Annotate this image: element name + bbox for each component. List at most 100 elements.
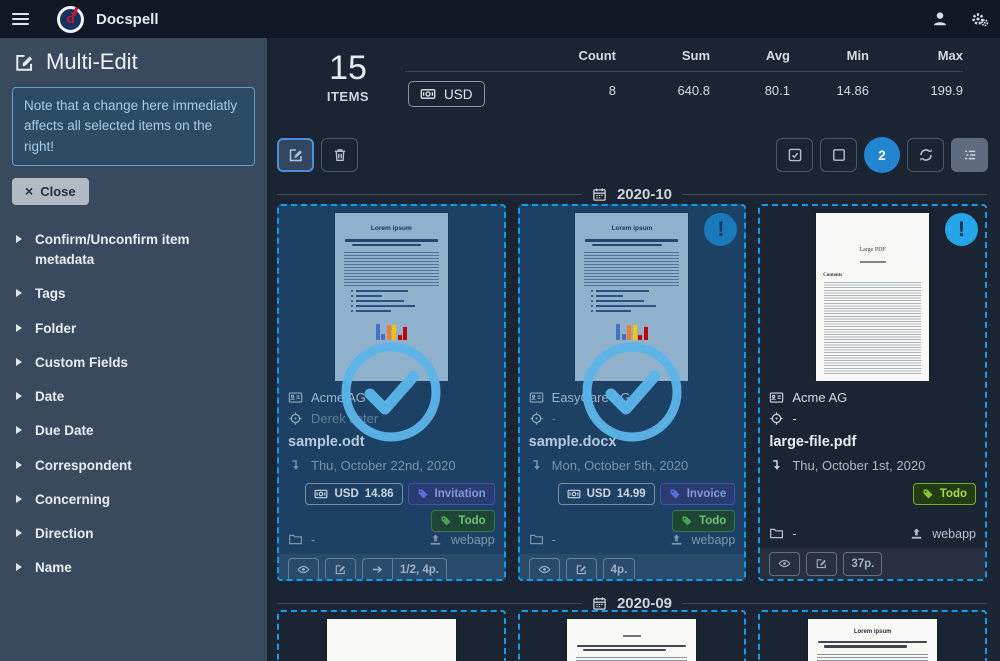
document-preview[interactable]: Lorem ipsum [279,206,504,381]
folder-icon [529,532,544,547]
sidebar-item-custom-fields[interactable]: Custom Fields [0,346,267,380]
preview-item-button[interactable] [529,558,560,581]
caret-right-icon [16,358,22,366]
tag-badge: Todo [672,510,735,532]
item-card[interactable]: Keywords in PDF [277,610,506,661]
edit-icon [288,147,304,163]
tag-badge: Todo [913,483,976,505]
user-account-button[interactable] [920,0,960,38]
badge-row: Todo [769,483,976,505]
correspondent-line: EasyCare AG [529,387,736,408]
currency-usd-button[interactable]: USD [408,81,485,107]
item-card[interactable] [518,610,747,661]
edit-item-button[interactable] [806,552,837,576]
concerning-line: - [769,408,976,429]
tag-icon [922,488,934,500]
sidebar-item-confirm-metadata[interactable]: Confirm/Unconfirm item metadata [0,223,267,278]
folder-icon [288,532,303,547]
page-count-label[interactable]: 1/2, 4p. [393,558,447,581]
check-square-icon [787,147,803,163]
close-button[interactable]: × Close [12,178,89,205]
items-count-value: 15 [305,50,391,87]
concerning-line: - [529,408,736,429]
preview-title: Lorem ipsum [582,225,681,232]
sidebar-item-correspondent[interactable]: Correspondent [0,449,267,483]
hamburger-menu-icon[interactable] [0,0,40,38]
document-preview[interactable]: Keywords in PDF [279,612,504,661]
folder-source-row: - webapp [529,532,736,554]
sidebar-item-due-date[interactable]: Due Date [0,414,267,448]
crosshairs-icon [529,411,544,426]
arrow-turn-down-icon [529,458,544,473]
list-view-button[interactable] [951,138,988,172]
eye-icon [538,563,551,576]
edit-icon [334,563,347,576]
page-count-label[interactable]: 37p. [843,552,882,576]
item-card-sample-odt[interactable]: Lorem ipsum Acme AG [277,204,506,581]
item-card-large-file-pdf[interactable]: Large PDF Contents Acme AG - [758,204,987,581]
sidebar-item-concerning[interactable]: Concerning [0,483,267,517]
caret-right-icon [16,392,22,400]
items-count-block: 15 ITEMS [305,50,391,104]
arrow-right-icon [371,563,384,576]
caret-right-icon [16,461,22,469]
exclamation-badge: ! [945,213,978,246]
sidebar-item-name[interactable]: Name [0,551,267,585]
caret-right-icon [16,426,22,434]
gears-icon [971,10,989,28]
sidebar-item-date[interactable]: Date [0,380,267,414]
crosshairs-icon [288,411,303,426]
settings-button[interactable] [960,0,1000,38]
folder-source-row: - webapp [769,526,976,548]
select-all-button[interactable] [776,138,813,172]
preview-chart [342,316,441,340]
amount-badge: USD 14.99 [558,483,655,505]
item-name[interactable]: large-file.pdf [769,434,976,450]
edit-selected-button[interactable] [277,138,314,172]
next-attachment-button[interactable] [362,558,393,581]
concerning-line: Derek Jeter [288,408,495,429]
upload-icon [669,532,684,547]
sidebar-item-direction[interactable]: Direction [0,517,267,551]
badge-row: USD 14.86 Invitation Todo [288,483,495,532]
column-sum: Sum [616,48,710,63]
item-name[interactable]: sample.odt [288,434,495,450]
item-list-main: 15 ITEMS Count Sum Avg Min Max 8 640.8 8… [267,38,1000,661]
upload-icon [428,532,443,547]
tag-badge: Invoice [660,483,736,505]
sidebar-item-tags[interactable]: Tags [0,277,267,311]
trash-icon [332,147,348,163]
edit-icon [14,52,35,73]
amount-badge: USD 14.86 [305,483,402,505]
docspell-logo: d [57,6,84,33]
document-preview[interactable]: Lorem ipsum [760,612,985,661]
edit-accordion: Confirm/Unconfirm item metadata Tags Fol… [0,223,267,586]
tag-icon [417,488,429,500]
preview-item-button[interactable] [769,552,800,576]
list-view-icon [962,147,978,163]
item-name[interactable]: sample.docx [529,434,736,450]
deselect-all-button[interactable] [820,138,857,172]
sidebar-title: Multi-Edit [0,38,267,83]
sidebar-item-folder[interactable]: Folder [0,312,267,346]
id-card-icon [288,390,303,405]
action-toolbar: 2 [277,138,988,172]
caret-right-icon [16,563,22,571]
arrow-turn-down-icon [769,458,784,473]
item-date-line: Thu, October 1st, 2020 [769,454,976,476]
correspondent-line: Acme AG [288,387,495,408]
item-card[interactable]: Lorem ipsum [758,610,987,661]
user-icon [931,10,949,28]
preview-item-button[interactable] [288,558,319,581]
document-preview[interactable] [520,612,745,661]
item-card-sample-docx[interactable]: Lorem ipsum EasyCare AG [518,204,747,581]
delete-selected-button[interactable] [321,138,358,172]
edit-item-button[interactable] [566,558,597,581]
tag-icon [669,488,681,500]
page-count-label[interactable]: 4p. [603,558,636,581]
edit-item-button[interactable] [325,558,356,581]
refresh-button[interactable] [907,138,944,172]
preview-title: Lorem ipsum [342,225,441,232]
caret-right-icon [16,324,22,332]
date-group-header: 2020-10 [277,184,987,204]
